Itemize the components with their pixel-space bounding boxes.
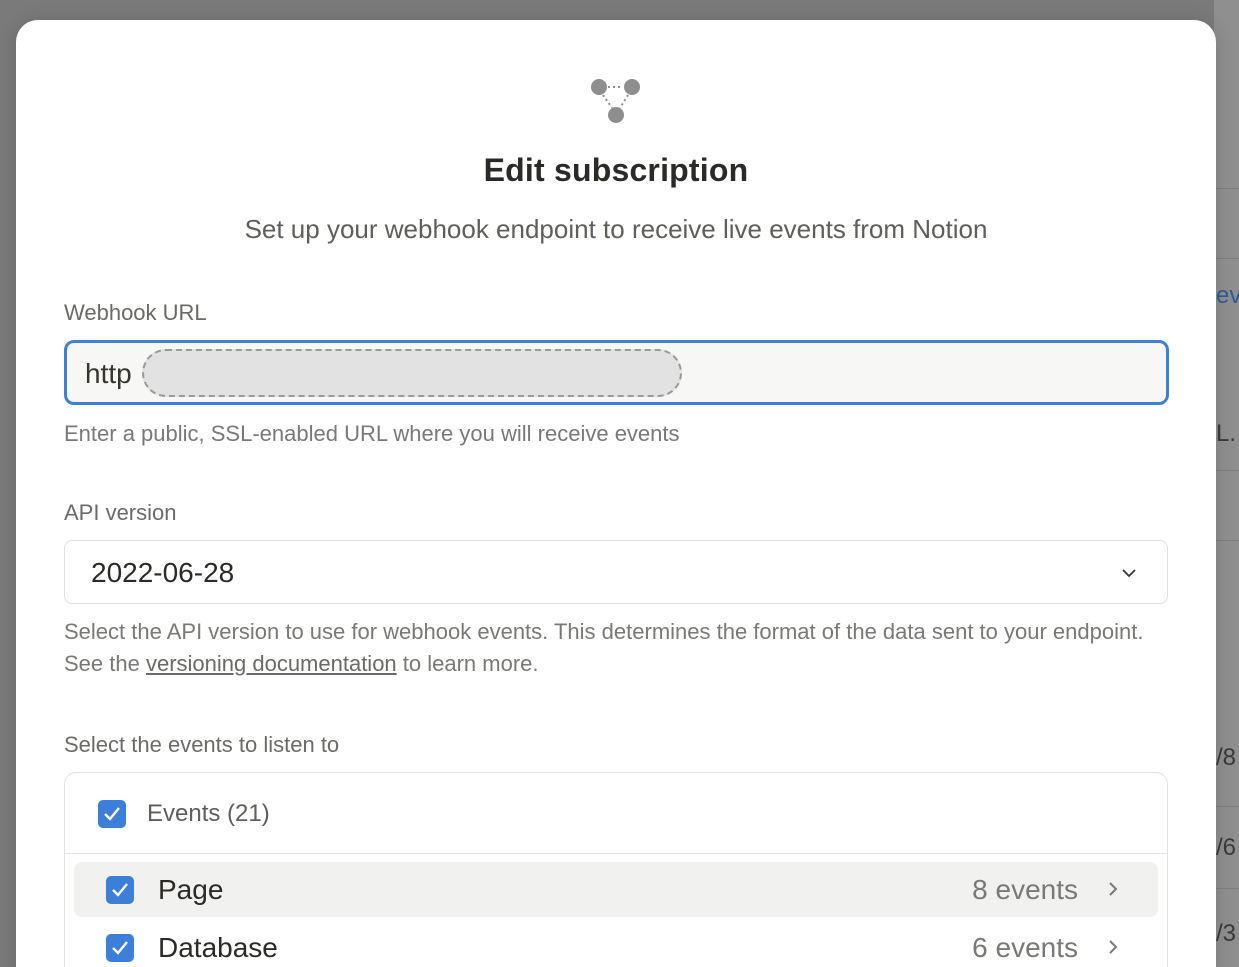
background-divider (1214, 258, 1239, 259)
api-version-label: API version (64, 500, 177, 525)
background-divider (1214, 806, 1239, 807)
events-all-checkbox[interactable] (98, 800, 126, 828)
events-label: Select the events to listen to (64, 732, 340, 757)
edit-subscription-modal: Edit subscription Set up your webhook en… (16, 20, 1216, 967)
event-group-page[interactable]: Page 8 events (74, 862, 1158, 917)
redacted-url (142, 349, 682, 397)
events-header-label: Events (21) (147, 800, 270, 827)
modal-title: Edit subscription (483, 152, 749, 188)
event-group-count: 6 events (972, 932, 1078, 963)
event-group-database[interactable]: Database 6 events (74, 920, 1158, 967)
api-version-help-text-end: to learn more. (396, 651, 539, 676)
api-version-value: 2022-06-28 (91, 557, 235, 588)
background-divider (1214, 540, 1239, 541)
events-header: Events (21) (65, 773, 1167, 854)
background-text: ev (1216, 282, 1239, 309)
background-text: L. (1216, 420, 1237, 447)
event-group-checkbox[interactable] (106, 934, 134, 962)
chevron-right-icon[interactable] (1104, 937, 1122, 957)
checkmark-icon (112, 941, 128, 955)
event-group-label: Page (158, 874, 224, 905)
event-group-checkbox[interactable] (106, 876, 134, 904)
webhook-url-value: http (85, 358, 132, 389)
chevron-right-icon[interactable] (1104, 879, 1122, 899)
chevron-down-icon (1122, 569, 1136, 578)
webhook-nodes-icon (591, 79, 640, 123)
background-text: /3 (1216, 920, 1237, 947)
api-version-select[interactable]: 2022-06-28 (64, 540, 1168, 604)
background-text: /8 (1216, 744, 1237, 771)
webhook-url-help: Enter a public, SSL-enabled URL where yo… (64, 421, 680, 446)
background-text: /6 (1216, 834, 1237, 861)
background-page: ev L. /8 /6 /3 (1214, 0, 1239, 967)
webhook-url-input[interactable]: http (64, 340, 1169, 405)
checkmark-icon (112, 883, 128, 897)
background-divider (1214, 888, 1239, 889)
modal-subtitle: Set up your webhook endpoint to receive … (244, 214, 988, 244)
api-version-help: Select the API version to use for webhoo… (64, 616, 1174, 680)
events-list: Events (21) Page 8 events Database 6 eve… (64, 772, 1168, 967)
event-group-count: 8 events (972, 874, 1078, 905)
event-group-label: Database (158, 932, 278, 963)
background-divider (1214, 188, 1239, 189)
background-divider (1214, 470, 1239, 471)
checkmark-icon (104, 807, 120, 821)
webhook-url-label: Webhook URL (64, 300, 207, 325)
versioning-documentation-link[interactable]: versioning documentation (146, 651, 397, 676)
